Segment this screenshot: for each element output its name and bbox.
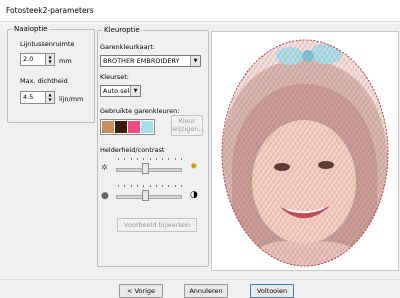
finish-label: Voltooien bbox=[256, 287, 288, 295]
brightness-thumb[interactable] bbox=[142, 163, 149, 174]
arrow-down-icon[interactable]: ▼ bbox=[47, 97, 53, 102]
line-spacing-arrows[interactable]: ▲ ▼ bbox=[45, 53, 55, 66]
thread-color-swatch bbox=[141, 121, 153, 133]
slider-tick bbox=[118, 158, 119, 160]
sun-high-icon: ✹ bbox=[190, 162, 198, 172]
contrast-thumb[interactable] bbox=[142, 190, 149, 201]
max-density-label: Max. dichtheid bbox=[20, 77, 68, 85]
line-spacing-unit: mm bbox=[59, 57, 72, 65]
max-density-unit: lijn/mm bbox=[59, 95, 84, 103]
dialog-window: Fotosteek2-parameters Naaioptie Lijntuss… bbox=[0, 0, 400, 298]
line-spacing-stepper[interactable]: 2.0 ▲ ▼ bbox=[20, 53, 55, 66]
select-colors-button[interactable]: Kleur wijzigen... bbox=[171, 115, 205, 136]
slider-tick bbox=[131, 158, 132, 160]
refresh-preview-button[interactable]: Voorbeeld bijwerken bbox=[117, 218, 197, 232]
arrow-down-icon[interactable]: ▼ bbox=[47, 59, 53, 64]
window-title: Fotosteek2-parameters bbox=[6, 6, 94, 15]
select-colors-label: Kleur wijzigen... bbox=[172, 117, 205, 133]
slider-tick bbox=[143, 158, 144, 160]
thread-color-swatch bbox=[128, 121, 140, 133]
contrast-high-icon: ◑ bbox=[190, 190, 198, 200]
max-density-arrows[interactable]: ▲ ▼ bbox=[45, 91, 55, 104]
contrast-ticks bbox=[118, 185, 182, 187]
color-options-legend: Kleuroptie bbox=[104, 26, 140, 34]
thread-color-swatch bbox=[115, 121, 127, 133]
swatch-row bbox=[102, 121, 154, 133]
title-bar: Fotosteek2-parameters bbox=[0, 0, 400, 22]
line-spacing-label: Lijntussenruimte bbox=[20, 40, 75, 48]
used-colors-label: Gebruikte garenkleuren: bbox=[100, 107, 180, 115]
slider-tick bbox=[181, 185, 182, 187]
brightness-contrast-label: Helderheid/contrast bbox=[100, 146, 165, 154]
contrast-low-icon: ● bbox=[101, 191, 109, 201]
max-density-stepper[interactable]: 4.5 ▲ ▼ bbox=[20, 91, 55, 104]
contrast-track[interactable] bbox=[116, 195, 182, 199]
refresh-preview-label: Voorbeeld bijwerken bbox=[123, 221, 191, 229]
embroidery-preview-image bbox=[221, 39, 389, 267]
sun-low-icon: ✲ bbox=[101, 163, 108, 172]
chevron-down-icon[interactable]: ▼ bbox=[130, 86, 140, 96]
slider-tick bbox=[124, 185, 125, 187]
color-set-label: Kleurset: bbox=[100, 73, 129, 81]
back-button[interactable]: < Vorige bbox=[119, 284, 163, 298]
slider-tick bbox=[131, 185, 132, 187]
slider-tick bbox=[150, 158, 151, 160]
slider-tick bbox=[143, 185, 144, 187]
footer-divider bbox=[0, 279, 400, 280]
slider-tick bbox=[168, 158, 169, 160]
brightness-track[interactable] bbox=[116, 168, 182, 172]
color-set-select[interactable]: Auto selectie ▼ bbox=[100, 85, 141, 97]
thread-chart-label: Garenkleurkaart: bbox=[100, 43, 156, 51]
chevron-down-icon[interactable]: ▼ bbox=[190, 56, 200, 66]
slider-tick bbox=[175, 158, 176, 160]
color-set-value: Auto selectie bbox=[103, 87, 130, 95]
photo-stitch-preview bbox=[211, 31, 399, 271]
thread-chart-select[interactable]: BROTHER EMBROIDERY ▼ bbox=[100, 55, 201, 67]
slider-tick bbox=[156, 185, 157, 187]
slider-tick bbox=[175, 185, 176, 187]
slider-tick bbox=[150, 185, 151, 187]
brightness-ticks bbox=[118, 158, 182, 160]
thread-chart-value: BROTHER EMBROIDERY bbox=[103, 57, 180, 65]
back-label: < Vorige bbox=[126, 287, 156, 295]
cancel-button[interactable]: Annuleren bbox=[184, 284, 228, 298]
finish-button[interactable]: Voltooien bbox=[250, 284, 294, 298]
max-density-value: 4.5 bbox=[23, 93, 34, 101]
slider-tick bbox=[137, 158, 138, 160]
thread-color-swatch bbox=[102, 121, 114, 133]
line-spacing-value: 2.0 bbox=[23, 55, 34, 63]
slider-tick bbox=[137, 185, 138, 187]
stitch-options-legend: Naaioptie bbox=[14, 25, 48, 33]
slider-tick bbox=[168, 185, 169, 187]
used-colors-swatches bbox=[100, 119, 155, 135]
slider-tick bbox=[118, 185, 119, 187]
slider-tick bbox=[162, 185, 163, 187]
slider-tick bbox=[156, 158, 157, 160]
cancel-label: Annuleren bbox=[189, 287, 223, 295]
slider-tick bbox=[181, 158, 182, 160]
slider-tick bbox=[162, 158, 163, 160]
slider-tick bbox=[124, 158, 125, 160]
